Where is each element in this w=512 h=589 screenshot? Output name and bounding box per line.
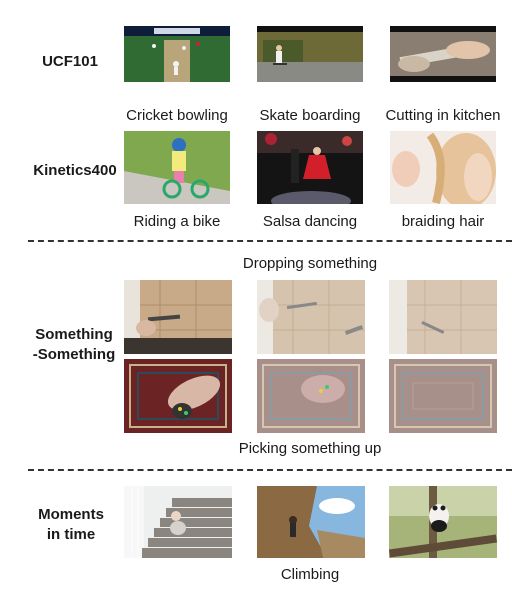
thumbnail-skate-boarding xyxy=(257,26,363,82)
row-label-line-2: -Something xyxy=(32,346,116,363)
thumbnail-dropping-frame-3 xyxy=(389,280,497,354)
row-label-line-1: Moments xyxy=(38,506,104,523)
thumbnail-cricket-bowling xyxy=(124,26,230,82)
row-label-ucf101: UCF101 xyxy=(42,53,98,70)
row-label-moments-in-time: Moments in time xyxy=(30,505,112,545)
caption-cutting-in-kitchen: Cutting in kitchen xyxy=(385,107,501,124)
thumbnail-panda-climbing-tree xyxy=(389,486,497,558)
row-label-line-1: Something xyxy=(35,326,113,343)
thumbnail-rock-climbing xyxy=(257,486,365,558)
caption-dropping-something: Dropping something xyxy=(242,255,378,272)
thumbnail-dropping-frame-1 xyxy=(124,280,232,354)
caption-picking-something-up: Picking something up xyxy=(238,440,382,457)
row-label-kinetics400: Kinetics400 xyxy=(33,162,117,179)
thumbnail-salsa-dancing xyxy=(257,131,363,204)
thumbnail-picking-frame-3 xyxy=(389,359,497,433)
caption-salsa-dancing: Salsa dancing xyxy=(262,213,358,230)
row-label-something-something: Something -Something xyxy=(28,325,120,365)
thumbnail-cutting-in-kitchen xyxy=(390,26,496,82)
caption-climbing: Climbing xyxy=(280,566,340,583)
caption-braiding-hair: braiding hair xyxy=(401,213,485,230)
section-divider xyxy=(28,240,512,242)
thumbnail-riding-a-bike xyxy=(124,131,230,204)
thumbnail-picking-frame-1 xyxy=(124,359,232,433)
thumbnail-picking-frame-2 xyxy=(257,359,365,433)
caption-riding-a-bike: Riding a bike xyxy=(133,213,221,230)
caption-skate-boarding: Skate boarding xyxy=(259,107,361,124)
thumbnail-dropping-frame-2 xyxy=(257,280,365,354)
section-divider xyxy=(28,469,512,471)
thumbnail-braiding-hair xyxy=(390,131,496,204)
row-label-line-2: in time xyxy=(46,526,96,543)
caption-cricket-bowling: Cricket bowling xyxy=(126,107,228,124)
thumbnail-child-climbing-stairs xyxy=(124,486,232,558)
